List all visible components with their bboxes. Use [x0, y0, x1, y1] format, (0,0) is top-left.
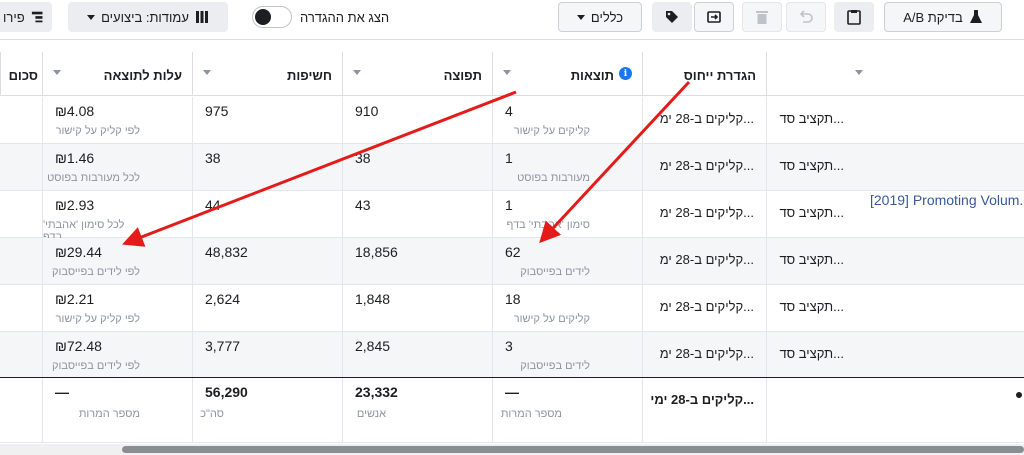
columns-icon — [195, 11, 208, 23]
results-cell: 62 לידים בפייסבוק — [492, 238, 642, 284]
reach-cell: 43 — [342, 191, 492, 237]
reach-cell: 1,848 — [342, 285, 492, 331]
table-row[interactable]: ₪29.44 לפי לידים בפייסבוק 48,832 18,856 … — [0, 238, 1024, 285]
ab-test-label: בדיקת A/B — [903, 9, 963, 25]
undo-button[interactable] — [786, 2, 826, 32]
flask-icon — [969, 10, 982, 23]
breakdown-label: פירו — [3, 9, 25, 25]
impressions-cell: 48,832 — [192, 238, 342, 284]
attribution-cell: קליקים ב-28 ימ... — [642, 144, 766, 190]
export-icon — [707, 11, 721, 23]
totals-row: — מספר המרות 56,290 סה"כ 23,332 אנשים — … — [0, 377, 1024, 443]
cost-per-result-cell: ₪2.93 לכל סימון 'אהבתי' בדף — [42, 191, 192, 243]
export-button[interactable] — [694, 2, 734, 32]
results-cell: 3 לידים בפייסבוק — [492, 332, 642, 378]
results-table: סכום עלות לתוצאה חשיפות תפוצה i תוצאות ה… — [0, 40, 1024, 444]
breakdown-icon — [31, 11, 43, 23]
impressions-cell: 3,777 — [192, 332, 342, 378]
results-cell: 18 קליקים על קישור — [492, 285, 642, 331]
table-header: סכום עלות לתוצאה חשיפות תפוצה i תוצאות ה… — [0, 52, 1024, 96]
total-reach-cell: 23,332 אנשים — [342, 378, 492, 442]
show-setting-toggle[interactable]: הצג את ההגדרה — [252, 2, 389, 32]
columns-button[interactable]: עמודות: ביצועים — [68, 2, 228, 32]
cost-per-result-cell: ₪4.08 לפי קליק על קישור — [42, 97, 192, 143]
impressions-cell: 975 — [192, 97, 342, 143]
tag-icon — [666, 11, 678, 23]
row-dot-icon — [1016, 392, 1022, 398]
attribution-cell: קליקים ב-28 ימ... — [642, 97, 766, 143]
column-header-cost-per-result[interactable]: עלות לתוצאה — [42, 52, 192, 96]
column-header-attribution[interactable]: הגדרת ייחוס — [642, 52, 766, 96]
toggle-switch[interactable] — [252, 6, 292, 28]
total-results-cell: — מספר המרות — [492, 378, 642, 442]
info-icon[interactable]: i — [619, 67, 632, 80]
results-cell: 1 מעורבות בפוסט — [492, 144, 642, 190]
table-row[interactable]: ₪1.46 לכל מעורבות בפוסט 38 38 1 מעורבות … — [0, 144, 1024, 191]
impressions-cell: 44 — [192, 191, 342, 237]
results-cell: 4 קליקים על קישור — [492, 97, 642, 143]
sort-icon — [353, 70, 361, 75]
sort-icon — [53, 70, 61, 75]
attribution-cell: קליקים ב-28 ימ... — [642, 191, 766, 237]
table-row[interactable]: ₪72.48 לפי לידים בפייסבוק 3,777 2,845 3 … — [0, 332, 1024, 379]
clipboard-icon — [847, 10, 861, 25]
cost-per-result-cell: ₪2.21 לפי קליק על קישור — [42, 285, 192, 331]
total-impressions-cell: 56,290 סה"כ — [192, 378, 342, 442]
paste-button[interactable] — [834, 2, 874, 32]
sort-icon — [855, 70, 863, 75]
toolbar: פירו עמודות: ביצועים הצג את ההגדרה כללים… — [0, 0, 1024, 40]
sort-icon — [203, 70, 211, 75]
attribution-cell: קליקים ב-28 ימ... — [642, 238, 766, 284]
reach-cell: 2,845 — [342, 332, 492, 378]
column-header-budget[interactable] — [766, 52, 1024, 96]
rules-label: כללים — [590, 9, 624, 25]
horizontal-scrollbar-thumb[interactable] — [122, 446, 1024, 453]
tag-button[interactable] — [652, 2, 692, 32]
reach-cell: 910 — [342, 97, 492, 143]
sort-icon — [503, 70, 511, 75]
impressions-cell: 38 — [192, 144, 342, 190]
cost-per-result-cell: ₪29.44 לפי לידים בפייסבוק — [42, 238, 192, 284]
attribution-cell: קליקים ב-28 ימ... — [642, 332, 766, 378]
column-header-reach[interactable]: תפוצה — [342, 52, 492, 96]
impressions-cell: 2,624 — [192, 285, 342, 331]
undo-icon — [799, 10, 813, 23]
reach-cell: 18,856 — [342, 238, 492, 284]
attribution-cell: קליקים ב-28 ימ... — [642, 285, 766, 331]
campaign-name-link[interactable]: [2019] Promoting Volum... — [870, 192, 1024, 208]
results-cell: 1 סימון 'אהבתי' בדף — [492, 191, 642, 237]
column-header-impressions[interactable]: חשיפות — [192, 52, 342, 96]
total-budget-cell — [766, 378, 1024, 442]
breakdown-button[interactable]: פירו — [0, 2, 52, 32]
chevron-down-icon — [87, 14, 96, 20]
cost-per-result-cell: ₪72.48 לפי לידים בפייסבוק — [42, 332, 192, 378]
total-attribution-cell: קליקים ב-28 ימי... — [642, 378, 766, 442]
budget-cell: תקציב סד... — [766, 97, 1024, 143]
budget-cell: תקציב סד... — [766, 238, 1024, 284]
table-row[interactable]: ₪2.21 לפי קליק על קישור 2,624 1,848 18 ק… — [0, 285, 1024, 332]
show-setting-label: הצג את ההגדרה — [300, 9, 390, 25]
ab-test-button[interactable]: בדיקת A/B — [884, 2, 1002, 32]
table-row[interactable]: ₪4.08 לפי קליק על קישור 975 910 4 קליקים… — [0, 97, 1024, 144]
reach-cell: 38 — [342, 144, 492, 190]
chevron-down-icon — [576, 14, 585, 20]
rules-button[interactable]: כללים — [558, 2, 642, 32]
budget-cell: תקציב סד... — [766, 285, 1024, 331]
column-header-sum[interactable]: סכום — [0, 52, 42, 96]
trash-icon — [756, 11, 768, 24]
total-cost-cell: — מספר המרות — [42, 378, 192, 442]
column-header-results[interactable]: i תוצאות — [492, 52, 642, 96]
budget-cell: תקציב סד... — [766, 144, 1024, 190]
columns-label: עמודות: ביצועים — [101, 9, 189, 25]
budget-cell: תקציב סד... — [766, 332, 1024, 378]
cost-per-result-cell: ₪1.46 לכל מעורבות בפוסט — [42, 144, 192, 190]
delete-button[interactable] — [742, 2, 782, 32]
